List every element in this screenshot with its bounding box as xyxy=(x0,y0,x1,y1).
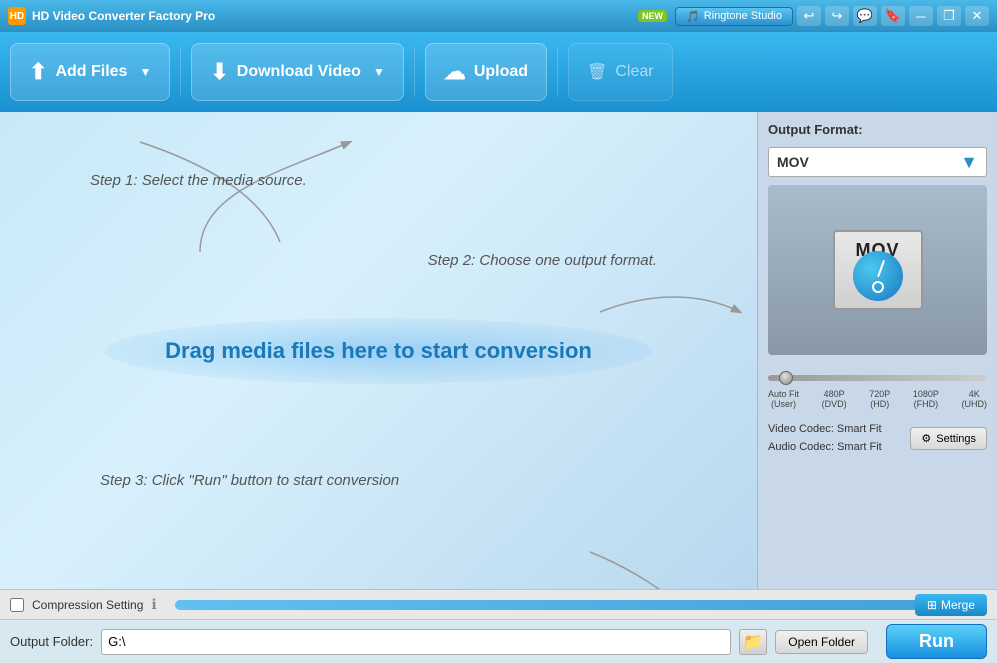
add-files-label: Add Files xyxy=(55,63,127,81)
merge-icon: ⊞ xyxy=(927,598,937,612)
compression-bar: Compression Setting ℹ ⊞ Merge xyxy=(0,589,997,619)
add-files-icon: ⬆ xyxy=(29,59,47,85)
quality-slider-track[interactable] xyxy=(768,375,987,381)
close-button[interactable]: ✕ xyxy=(965,6,989,26)
settings-button[interactable]: ⚙ Settings xyxy=(910,427,987,450)
settings-label: Settings xyxy=(936,433,976,445)
drop-area-inner: Step 1: Select the media source. Step 2:… xyxy=(0,112,757,589)
download-video-button[interactable]: ⬇ Download Video ▼ xyxy=(191,43,403,101)
qt-needle xyxy=(877,259,885,277)
quicktime-icon xyxy=(853,251,903,301)
mov-icon: MOV xyxy=(828,215,928,325)
chat-button[interactable]: 💬 xyxy=(853,6,877,26)
toolbar-separator-2 xyxy=(414,47,415,97)
quality-label-4k: 4K (UHD) xyxy=(961,389,987,409)
format-preview: MOV xyxy=(768,185,987,355)
toolbar-separator-3 xyxy=(557,47,558,97)
quality-label-1080p: 1080P (FHD) xyxy=(913,389,939,409)
undo-button[interactable]: ↩ xyxy=(797,6,821,26)
qt-circle xyxy=(872,281,884,293)
format-dropdown-arrow: ▼ xyxy=(960,152,978,173)
folder-icon: 📁 xyxy=(743,632,763,652)
output-folder-bar: Output Folder: 📁 Open Folder Run xyxy=(0,619,997,663)
quality-slider-area: Auto Fit (User) 480P (DVD) 720P (HD) 108… xyxy=(768,363,987,413)
right-panel: Output Format: MOV ▼ MOV xyxy=(757,112,997,589)
browse-folder-button[interactable]: 📁 xyxy=(739,629,767,655)
step1-label: Step 1: Select the media source. xyxy=(90,172,307,189)
merge-label: Merge xyxy=(941,598,975,612)
minimize-button[interactable]: ─ xyxy=(909,6,933,26)
music-icon: 🎵 xyxy=(686,10,700,23)
video-codec-label: Video Codec: Smart Fit xyxy=(768,421,882,439)
add-files-button[interactable]: ⬆ Add Files ▼ xyxy=(10,43,170,101)
quality-labels: Auto Fit (User) 480P (DVD) 720P (HD) 108… xyxy=(768,389,987,409)
quality-label-autofit: Auto Fit (User) xyxy=(768,389,799,409)
ringtone-studio-button[interactable]: 🎵 Ringtone Studio xyxy=(675,7,793,26)
clear-button[interactable]: 🗑 Clear xyxy=(568,43,673,101)
title-bar-left: HD HD Video Converter Factory Pro xyxy=(8,7,215,25)
toolbar: ⬆ Add Files ▼ ⬇ Download Video ▼ ☁ Uploa… xyxy=(0,32,997,112)
quality-label-720p: 720P (HD) xyxy=(869,389,890,409)
drag-drop-text: Drag media files here to start conversio… xyxy=(105,318,652,384)
main-wrapper: Step 1: Select the media source. Step 2:… xyxy=(0,112,997,589)
redo-button[interactable]: ↪ xyxy=(825,6,849,26)
app-icon: HD xyxy=(8,7,26,25)
app-title: HD Video Converter Factory Pro xyxy=(32,9,215,23)
upload-button[interactable]: ☁ Upload xyxy=(425,43,547,101)
new-badge: NEW xyxy=(638,10,667,22)
ringtone-label: Ringtone Studio xyxy=(704,10,782,22)
compression-checkbox[interactable] xyxy=(10,598,24,612)
download-video-label: Download Video xyxy=(237,63,361,81)
download-video-icon: ⬇ xyxy=(210,59,228,85)
codec-settings-row: Video Codec: Smart Fit Audio Codec: Smar… xyxy=(768,421,987,456)
open-folder-button[interactable]: Open Folder xyxy=(775,630,868,654)
compression-info-icon[interactable]: ℹ xyxy=(151,596,156,613)
upload-icon: ☁ xyxy=(444,59,466,85)
title-bar-right: NEW 🎵 Ringtone Studio ↩ ↪ 💬 🔖 ─ ❐ ✕ xyxy=(638,6,989,26)
title-bar: HD HD Video Converter Factory Pro NEW 🎵 … xyxy=(0,0,997,32)
drop-area[interactable]: Step 1: Select the media source. Step 2:… xyxy=(0,112,757,589)
step3-label: Step 3: Click "Run" button to start conv… xyxy=(100,472,399,489)
bookmark-button[interactable]: 🔖 xyxy=(881,6,905,26)
output-folder-path-input[interactable] xyxy=(101,629,731,655)
merge-button[interactable]: ⊞ Merge xyxy=(915,594,987,616)
audio-codec-label: Audio Codec: Smart Fit xyxy=(768,439,882,457)
download-video-dropdown-arrow: ▼ xyxy=(373,65,385,79)
toolbar-separator-1 xyxy=(180,47,181,97)
compression-label: Compression Setting xyxy=(32,598,143,612)
step2-label: Step 2: Choose one output format. xyxy=(428,252,657,269)
compression-progress-bar xyxy=(175,600,987,610)
restore-button[interactable]: ❐ xyxy=(937,6,961,26)
upload-label: Upload xyxy=(474,63,528,81)
format-name: MOV xyxy=(777,154,809,170)
add-files-dropdown-arrow: ▼ xyxy=(139,65,151,79)
codec-info: Video Codec: Smart Fit Audio Codec: Smar… xyxy=(768,421,882,456)
format-selector[interactable]: MOV ▼ xyxy=(768,147,987,177)
clear-icon: 🗑 xyxy=(587,62,607,82)
gear-icon: ⚙ xyxy=(921,432,931,445)
run-button[interactable]: Run xyxy=(886,624,987,659)
clear-label: Clear xyxy=(615,63,653,81)
mov-icon-box: MOV xyxy=(833,230,923,310)
output-folder-label: Output Folder: xyxy=(10,634,93,649)
quality-label-480p: 480P (DVD) xyxy=(822,389,847,409)
output-format-label: Output Format: xyxy=(768,122,987,137)
quality-slider-thumb[interactable] xyxy=(779,371,793,385)
